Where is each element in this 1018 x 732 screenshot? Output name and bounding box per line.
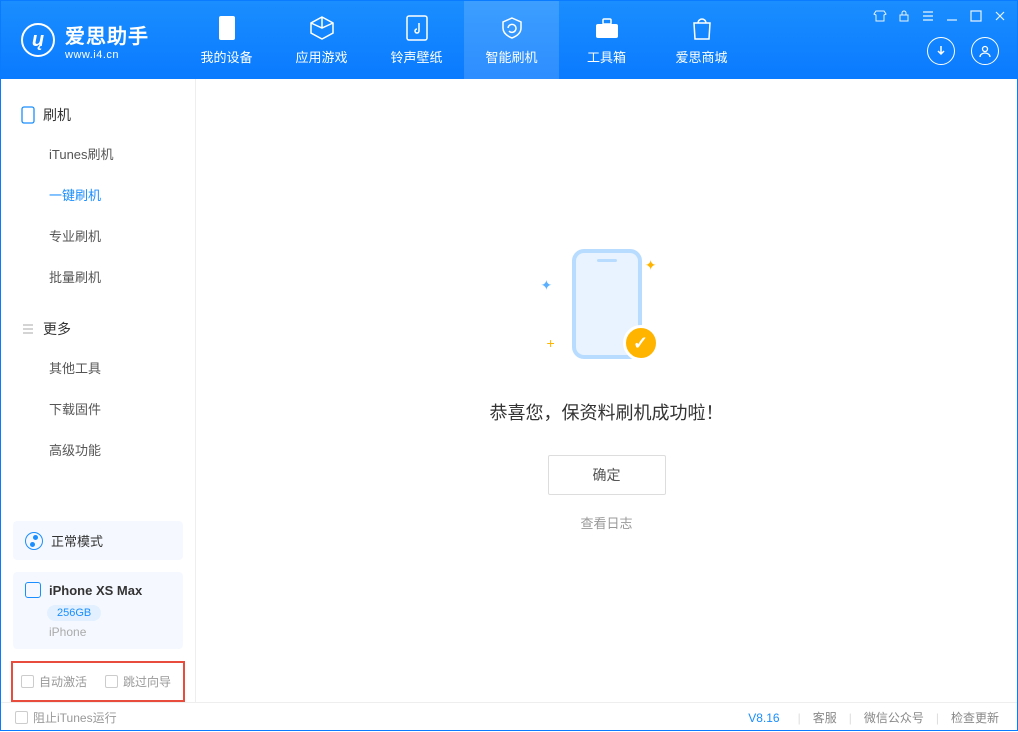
window-controls (873, 9, 1007, 23)
user-button[interactable] (971, 37, 999, 65)
checkbox-auto-activate[interactable]: 自动激活 (21, 673, 87, 690)
cube-icon (309, 15, 335, 41)
footer-link-update[interactable]: 检查更新 (947, 709, 1003, 726)
close-icon[interactable] (993, 9, 1007, 23)
main-tabs: 我的设备 应用游戏 铃声壁纸 智能刷机 工具箱 爱思商城 (179, 1, 749, 79)
phone-icon (21, 106, 35, 124)
logo-area: ų 爱思助手 www.i4.cn (1, 20, 169, 61)
tab-ringtone-wallpaper[interactable]: 铃声壁纸 (369, 1, 464, 79)
sidebar-group-more: 更多 (1, 311, 195, 347)
device-small-icon (25, 582, 41, 598)
success-message: 恭喜您，保资料刷机成功啦！ (490, 399, 724, 425)
success-illustration: ✓ ✦ ✦ + (547, 249, 667, 369)
tab-toolbox[interactable]: 工具箱 (559, 1, 654, 79)
footer: 阻止iTunes运行 V8.16 | 客服 | 微信公众号 | 检查更新 (1, 702, 1017, 732)
footer-link-wechat[interactable]: 微信公众号 (860, 709, 928, 726)
version-label: V8.16 (748, 711, 779, 725)
main-content: ✓ ✦ ✦ + 恭喜您，保资料刷机成功啦！ 确定 查看日志 (196, 79, 1017, 702)
sparkle-icon: ✦ (541, 277, 553, 294)
sidebar-group-flash: 刷机 (1, 97, 195, 133)
mode-status[interactable]: 正常模式 (13, 521, 183, 560)
checkbox-skip-guide[interactable]: 跳过向导 (105, 673, 171, 690)
lock-icon[interactable] (897, 9, 911, 23)
tab-label: 爱思商城 (675, 47, 727, 66)
checkbox-icon (15, 711, 28, 724)
logo-icon: ų (21, 23, 55, 57)
tab-label: 我的设备 (200, 47, 252, 66)
storage-badge: 256GB (47, 605, 101, 621)
sidebar-item-download-firmware[interactable]: 下载固件 (1, 388, 195, 429)
refresh-shield-icon (499, 15, 525, 41)
tab-my-device[interactable]: 我的设备 (179, 1, 274, 79)
download-button[interactable] (927, 37, 955, 65)
tab-store[interactable]: 爱思商城 (654, 1, 749, 79)
sidebar-item-itunes-flash[interactable]: iTunes刷机 (1, 133, 195, 174)
tab-apps-games[interactable]: 应用游戏 (274, 1, 369, 79)
tab-label: 铃声壁纸 (390, 47, 442, 66)
ok-button[interactable]: 确定 (548, 455, 666, 495)
sidebar-item-advanced[interactable]: 高级功能 (1, 429, 195, 470)
app-header: ų 爱思助手 www.i4.cn 我的设备 应用游戏 铃声壁纸 智能刷机 工具箱 (1, 1, 1017, 79)
tab-label: 应用游戏 (295, 47, 347, 66)
bag-icon (689, 15, 715, 41)
tab-smart-flash[interactable]: 智能刷机 (464, 1, 559, 79)
minimize-icon[interactable] (945, 9, 959, 23)
sparkle-icon: + (547, 335, 555, 351)
view-log-link[interactable]: 查看日志 (580, 513, 632, 532)
device-type: iPhone (49, 625, 171, 639)
checkbox-icon (21, 675, 34, 688)
options-highlight-box: 自动激活 跳过向导 (11, 661, 185, 702)
sidebar-item-batch-flash[interactable]: 批量刷机 (1, 256, 195, 297)
sparkle-icon: ✦ (645, 257, 657, 274)
app-title: 爱思助手 (65, 20, 149, 49)
sidebar: 刷机 iTunes刷机 一键刷机 专业刷机 批量刷机 更多 其他工具 下载固件 … (1, 79, 196, 702)
mode-label: 正常模式 (51, 531, 103, 550)
toolbox-icon (594, 15, 620, 41)
tab-label: 工具箱 (587, 47, 626, 66)
footer-link-service[interactable]: 客服 (809, 709, 841, 726)
menu-icon[interactable] (921, 9, 935, 23)
list-icon (21, 322, 35, 336)
music-file-icon (404, 15, 430, 41)
sidebar-item-other-tools[interactable]: 其他工具 (1, 347, 195, 388)
device-name: iPhone XS Max (49, 583, 142, 598)
app-subtitle: www.i4.cn (65, 49, 149, 61)
device-icon (214, 15, 240, 41)
device-status[interactable]: iPhone XS Max 256GB iPhone (13, 572, 183, 649)
check-badge-icon: ✓ (623, 325, 659, 361)
mode-icon (25, 532, 43, 550)
shirt-icon[interactable] (873, 9, 887, 23)
maximize-icon[interactable] (969, 9, 983, 23)
sidebar-item-oneclick-flash[interactable]: 一键刷机 (1, 174, 195, 215)
sidebar-item-pro-flash[interactable]: 专业刷机 (1, 215, 195, 256)
checkbox-block-itunes[interactable]: 阻止iTunes运行 (15, 709, 117, 726)
tab-label: 智能刷机 (485, 47, 537, 66)
checkbox-icon (105, 675, 118, 688)
